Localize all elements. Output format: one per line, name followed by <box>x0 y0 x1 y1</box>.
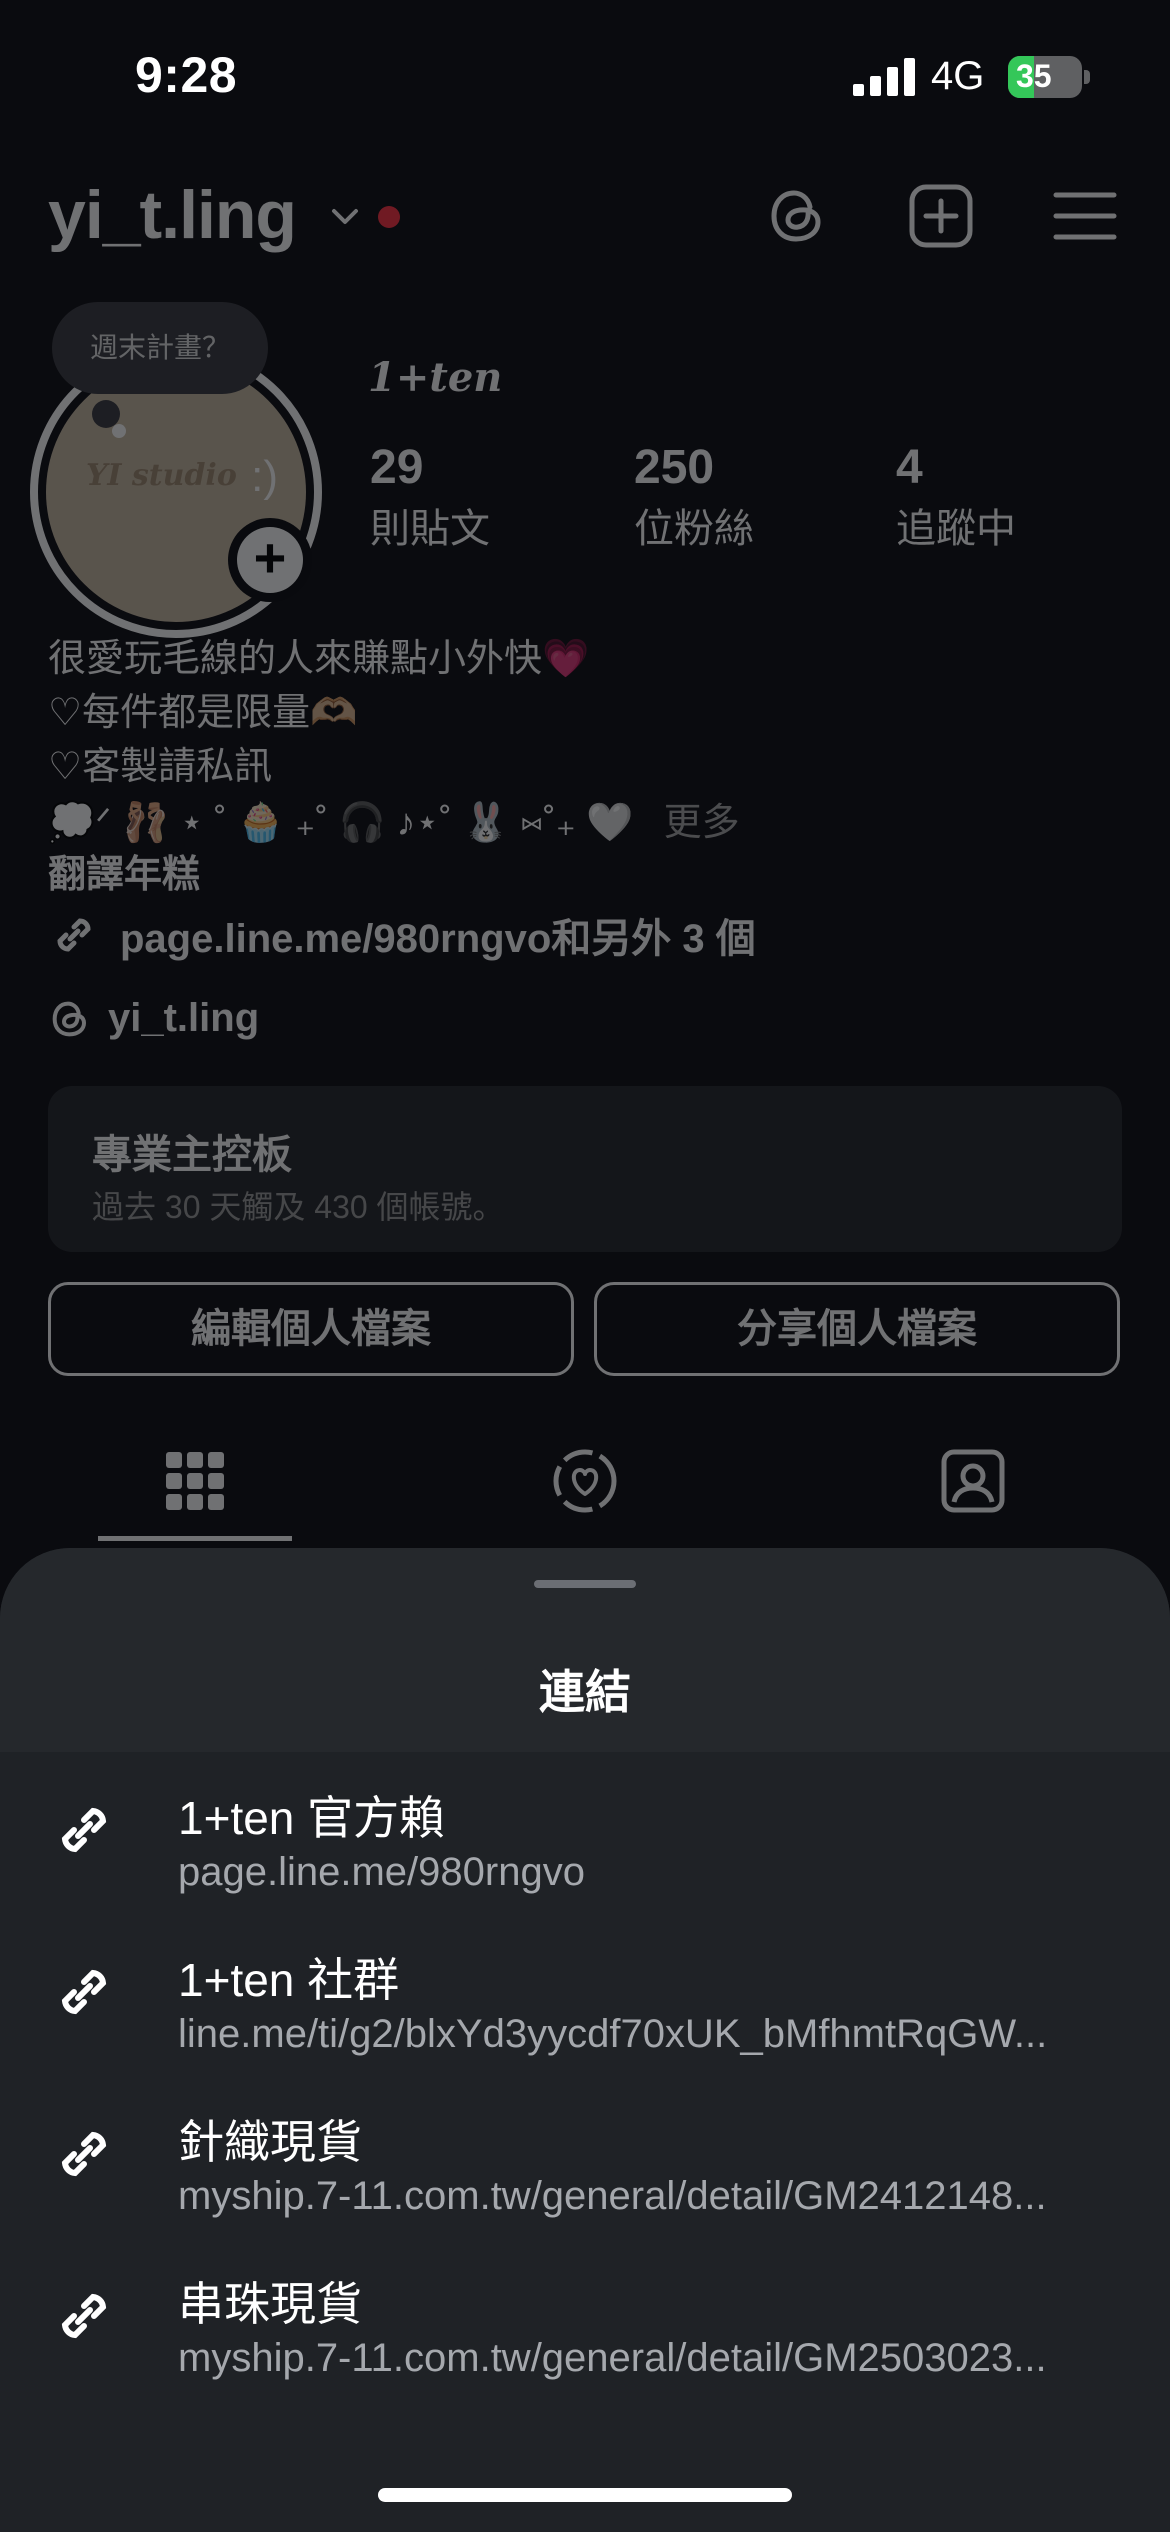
link-item[interactable]: 針織現貨 myship.7-11.com.tw/general/detail/G… <box>0 2080 1170 2242</box>
threads-icon[interactable] <box>764 183 830 249</box>
posts-count[interactable]: 29 <box>370 440 423 495</box>
battery-level: 35 <box>1016 58 1052 94</box>
link-summary: page.line.me/980rngvo和另外 3 個 <box>120 917 756 961</box>
professional-dashboard[interactable]: 專業主控板 過去 30 天觸及 430 個帳號。 <box>48 1086 1122 1252</box>
bio-line: 很愛玩毛線的人來賺點小外快💗 <box>48 638 590 680</box>
profile-full-name: 1+𝒕𝒆𝒏 <box>368 354 503 401</box>
battery-icon: 35 <box>1008 56 1090 98</box>
link-item[interactable]: 1+ten 社群 line.me/ti/g2/blxYd3yycdf70xUK_… <box>0 1918 1170 2080</box>
network-type: 4G <box>931 54 985 98</box>
link-url: page.line.me/980rngvo <box>178 1850 585 1894</box>
profile-username[interactable]: yi_t.ling <box>48 176 297 254</box>
notification-dot <box>378 206 400 228</box>
create-post-icon[interactable] <box>908 183 974 249</box>
link-title: 1+ten 官方賴 <box>178 1792 446 1844</box>
bio-line: ♡每件都是限量🫶🏼 <box>48 692 358 734</box>
avatar-smile: :) <box>251 452 278 501</box>
sheet-grabber[interactable] <box>534 1580 636 1588</box>
edit-profile-button[interactable]: 編輯個人檔案 <box>48 1282 574 1376</box>
link-icon <box>61 1807 107 1853</box>
tagged-icon[interactable] <box>938 1446 1008 1516</box>
posts-label[interactable]: 則貼文 <box>370 496 490 554</box>
bio-line: ♡客製請私訊 <box>48 746 273 788</box>
sheet-title: 連結 <box>539 1666 631 1718</box>
link-item[interactable]: 1+ten 官方賴 page.line.me/980rngvo <box>0 1756 1170 1918</box>
threads-handle: yi_t.ling <box>108 996 260 1040</box>
link-icon <box>57 918 91 952</box>
bio-more-link[interactable]: 更多 <box>664 802 740 844</box>
reels-icon[interactable] <box>550 1446 620 1516</box>
link-url: line.me/ti/g2/blxYd3yycdf70xUK_bMfhmtRqG… <box>178 2012 1048 2056</box>
bio-links[interactable]: page.line.me/980rngvo和另外 3 個 <box>48 906 756 964</box>
link-icon <box>61 2131 107 2177</box>
link-title: 串珠現貨 <box>178 2278 362 2330</box>
chevron-down-icon[interactable] <box>328 200 362 234</box>
following-label[interactable]: 追蹤中 <box>896 496 1016 554</box>
avatar-logo-text: YI studio <box>86 458 237 493</box>
share-profile-button[interactable]: 分享個人檔案 <box>594 1282 1120 1376</box>
dashboard-title: 專業主控板 <box>92 1133 292 1177</box>
links-bottom-sheet: 連結 1+ten 官方賴 page.line.me/980rngvo 1+ten… <box>0 1548 1170 2532</box>
link-icon <box>61 1969 107 2015</box>
note-tail-dot <box>112 424 126 438</box>
status-time: 9:28 <box>135 47 238 103</box>
link-title: 針織現貨 <box>178 2116 362 2168</box>
dashboard-subtitle: 過去 30 天觸及 430 個帳號。 <box>92 1189 505 1225</box>
plus-icon: + <box>237 527 303 593</box>
grid-icon[interactable] <box>160 1446 230 1516</box>
link-title: 1+ten 社群 <box>178 1954 400 2006</box>
bio-line: 翻譯年糕 <box>48 854 201 896</box>
link-url: myship.7-11.com.tw/general/detail/GM2412… <box>178 2174 1047 2218</box>
note-bubble[interactable]: 週末計畫？ <box>52 302 268 394</box>
cellular-signal-icon <box>853 58 915 96</box>
followers-label[interactable]: 位粉絲 <box>634 496 754 554</box>
bio-line: 💭ᐟ 🩰 ⋆ ˚ 🧁 ₊˚ 🎧 ♪⋆˚ 🐰 ⑅˚₊ 🤍 更多 <box>48 796 740 850</box>
active-tab-indicator <box>98 1536 292 1541</box>
menu-icon[interactable] <box>1052 183 1118 249</box>
link-icon <box>61 2293 107 2339</box>
bio-emoji-line: 💭ᐟ 🩰 ⋆ ˚ 🧁 ₊˚ 🎧 ♪⋆˚ 🐰 ⑅˚₊ 🤍 <box>48 802 634 844</box>
threads-icon <box>52 1001 87 1036</box>
followers-count[interactable]: 250 <box>634 440 714 495</box>
home-indicator[interactable] <box>378 2488 792 2502</box>
link-item[interactable]: 串珠現貨 myship.7-11.com.tw/general/detail/G… <box>0 2242 1170 2404</box>
add-story-button[interactable]: + <box>228 518 312 602</box>
following-count[interactable]: 4 <box>896 440 923 495</box>
threads-badge[interactable]: yi_t.ling <box>48 996 259 1041</box>
link-url: myship.7-11.com.tw/general/detail/GM2503… <box>178 2336 1047 2380</box>
